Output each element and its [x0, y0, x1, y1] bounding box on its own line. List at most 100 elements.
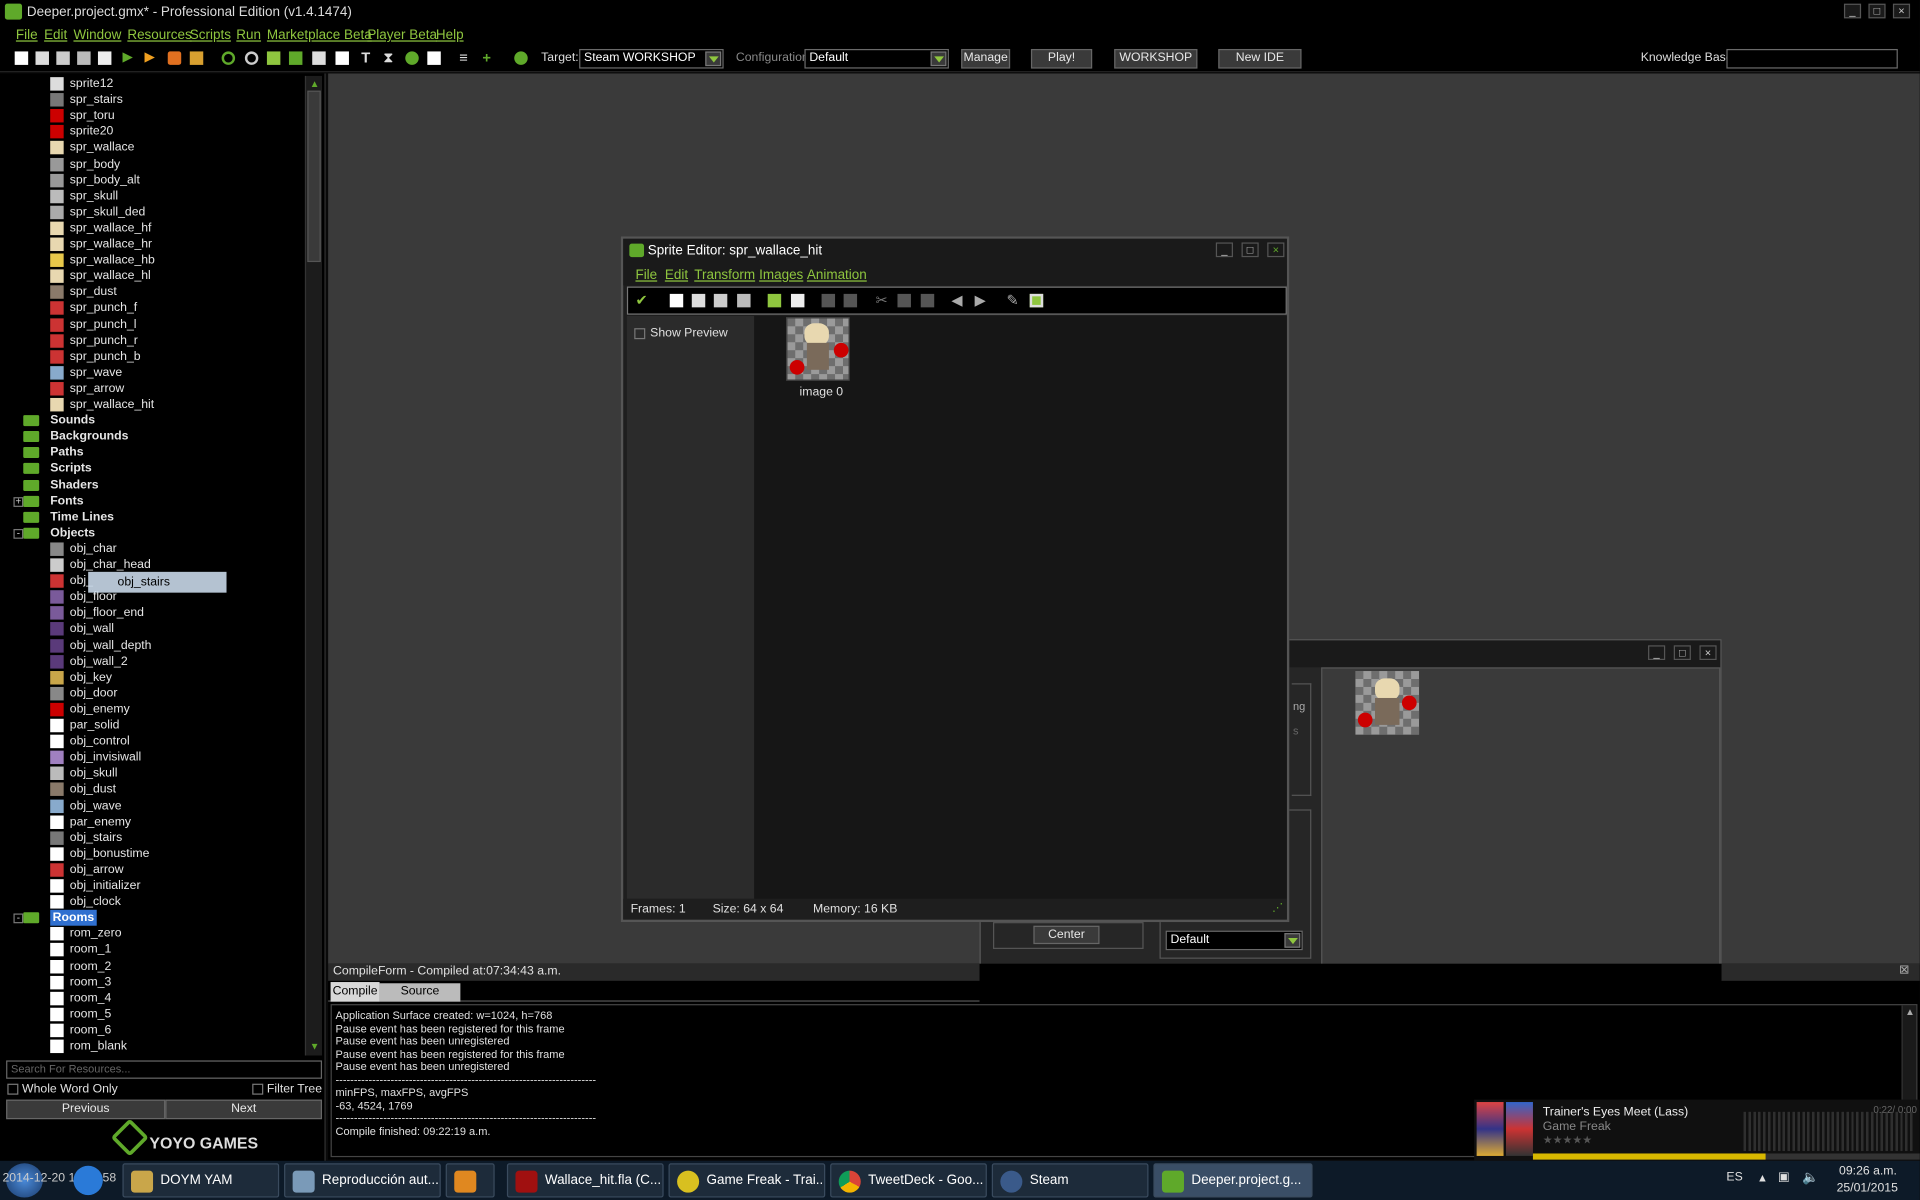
- tree-sprite-item[interactable]: spr_body: [50, 156, 300, 172]
- menu-resources[interactable]: Resources: [127, 28, 191, 43]
- task-autoplay[interactable]: Reproducción aut...: [284, 1163, 441, 1198]
- resize-grip-icon[interactable]: ⋰: [1272, 901, 1283, 914]
- cut-icon[interactable]: ✂: [875, 293, 888, 308]
- tree-sprite-item[interactable]: spr_punch_r: [50, 333, 300, 349]
- minimize-button[interactable]: _: [1843, 3, 1862, 19]
- new-sprite-icon[interactable]: [669, 293, 684, 308]
- close-panel-icon[interactable]: ⊠: [1899, 964, 1909, 977]
- copy-icon[interactable]: [897, 293, 911, 308]
- menu-edit[interactable]: Edit: [44, 28, 67, 43]
- menu-scripts[interactable]: Scripts: [190, 28, 231, 43]
- tree-object-item[interactable]: obj_stairs: [50, 830, 300, 846]
- center-button[interactable]: Center: [1033, 925, 1100, 945]
- close-button[interactable]: ×: [1892, 3, 1911, 19]
- shader-icon[interactable]: [335, 51, 349, 65]
- task-gamefreak[interactable]: Game Freak - Trai...: [668, 1163, 826, 1198]
- tree-room-item[interactable]: room_1: [50, 942, 300, 958]
- collision-select[interactable]: Default: [1165, 930, 1303, 951]
- tree-object-item[interactable]: obj_wall_depth: [50, 637, 300, 653]
- settings-list-icon[interactable]: ≡: [459, 50, 472, 65]
- task-tweetdeck[interactable]: TweetDeck - Goo...: [830, 1163, 987, 1198]
- menu-file[interactable]: File: [16, 28, 38, 43]
- create-exe-icon[interactable]: [77, 51, 91, 65]
- tree-sprite-item[interactable]: spr_punch_b: [50, 349, 300, 365]
- tree-sprite-item[interactable]: spr_wave: [50, 365, 300, 381]
- language-indicator[interactable]: ES: [1726, 1171, 1742, 1184]
- stop-icon[interactable]: [167, 51, 182, 65]
- se-menu-transform[interactable]: Transform: [694, 268, 755, 283]
- tree-room-item[interactable]: room_4: [50, 990, 300, 1006]
- sound-icon[interactable]: [244, 51, 259, 65]
- task-doym[interactable]: DOYM YAM: [122, 1163, 280, 1198]
- tree-sprite-item[interactable]: spr_wallace_hf: [50, 220, 300, 236]
- clock-date[interactable]: 25/01/2015: [1837, 1182, 1898, 1195]
- expand-toggle-icon[interactable]: +: [13, 496, 24, 507]
- help-icon[interactable]: [514, 51, 528, 65]
- add-frame-icon[interactable]: [767, 293, 782, 308]
- tree-object-item[interactable]: par_enemy: [50, 814, 300, 830]
- tree-sprite-item[interactable]: spr_wallace_hb: [50, 252, 300, 268]
- tree-sprite-item[interactable]: spr_dust: [50, 284, 300, 300]
- timeline-icon[interactable]: ⧗: [383, 50, 396, 65]
- tree-scrollbar[interactable]: ▲ ▼: [304, 75, 323, 1056]
- tab-source-control[interactable]: Source Control: [379, 983, 461, 1015]
- tree-object-item[interactable]: obj_control: [50, 734, 300, 750]
- knowledge-base-input[interactable]: [1726, 48, 1898, 69]
- room-icon[interactable]: [427, 51, 441, 65]
- clean-icon[interactable]: [189, 51, 204, 65]
- tree-object-item[interactable]: obj_key: [50, 669, 300, 685]
- arrow-right-icon[interactable]: ▶: [975, 293, 988, 308]
- scroll-thumb[interactable]: [307, 90, 321, 263]
- tree-object-item[interactable]: obj_floor_end: [50, 605, 300, 621]
- menu-marketplace[interactable]: Marketplace Beta: [267, 28, 372, 43]
- chevron-down-icon[interactable]: [1284, 933, 1301, 948]
- manage-button[interactable]: Manage: [961, 48, 1011, 69]
- chevron-down-icon[interactable]: [930, 51, 947, 67]
- scroll-up-icon[interactable]: ▲: [310, 78, 320, 89]
- tree-room-item[interactable]: room_5: [50, 1006, 300, 1022]
- tree-sprite-item[interactable]: spr_wallace: [50, 140, 300, 156]
- tree-object-item[interactable]: obj_enemy: [50, 702, 300, 718]
- insert-frame-icon[interactable]: [790, 293, 805, 308]
- tree-group[interactable]: Time Lines: [23, 509, 300, 525]
- se-menu-file[interactable]: File: [635, 268, 657, 283]
- maximize-button[interactable]: □: [1868, 3, 1886, 19]
- edit-image-icon[interactable]: [1029, 293, 1044, 308]
- open-project-icon[interactable]: [35, 51, 49, 65]
- tree-object-item[interactable]: obj_door: [50, 685, 300, 701]
- previous-button[interactable]: Previous: [6, 1099, 166, 1120]
- redo-icon[interactable]: [843, 293, 858, 308]
- arrow-left-icon[interactable]: ◀: [951, 293, 964, 308]
- tree-room-item[interactable]: rom_blank: [50, 1038, 300, 1054]
- minimize-button[interactable]: _: [1215, 242, 1233, 258]
- tree-sprite-item[interactable]: spr_punch_l: [50, 317, 300, 333]
- tree-group[interactable]: Scripts: [23, 461, 300, 477]
- tree-object-item[interactable]: obj_wall: [50, 621, 300, 637]
- tree-group[interactable]: Shaders: [23, 477, 300, 493]
- tree-object-item[interactable]: par_solid: [50, 718, 300, 734]
- tree-group[interactable]: Sounds: [23, 413, 300, 429]
- debug-icon[interactable]: ▶: [144, 51, 157, 64]
- menu-help[interactable]: Help: [436, 28, 464, 43]
- task-gamemaker[interactable]: Deeper.project.g...: [1153, 1163, 1313, 1198]
- tree-group[interactable]: Paths: [23, 445, 300, 461]
- workshop-button[interactable]: WORKSHOP: [1114, 48, 1198, 69]
- frame-image-0[interactable]: [786, 317, 850, 381]
- confirm-check-icon[interactable]: ✔: [635, 291, 647, 308]
- save-sprite-icon[interactable]: [737, 293, 751, 308]
- tree-object-item[interactable]: obj_skull: [50, 766, 300, 782]
- tree-object-item[interactable]: obj_char_head: [50, 557, 300, 573]
- script-icon[interactable]: [312, 51, 326, 65]
- pencil-icon[interactable]: ✎: [1006, 293, 1019, 308]
- path-icon[interactable]: [288, 51, 303, 65]
- next-button[interactable]: Next: [165, 1099, 323, 1120]
- tree-group[interactable]: Fonts: [23, 493, 300, 509]
- task-flash[interactable]: Wallace_hit.fla (C...: [506, 1163, 664, 1198]
- tree-object-item[interactable]: obj_initializer: [50, 878, 300, 894]
- tree-object-item[interactable]: obj_invisiwall: [50, 750, 300, 766]
- tree-object-item[interactable]: obj_char: [50, 541, 300, 557]
- tree-object-item[interactable]: obj_arrow: [50, 862, 300, 878]
- rating-stars[interactable]: ★★★★★: [1543, 1134, 1592, 1147]
- undo-icon[interactable]: [821, 293, 836, 308]
- tree-group-rooms[interactable]: Rooms: [23, 910, 300, 926]
